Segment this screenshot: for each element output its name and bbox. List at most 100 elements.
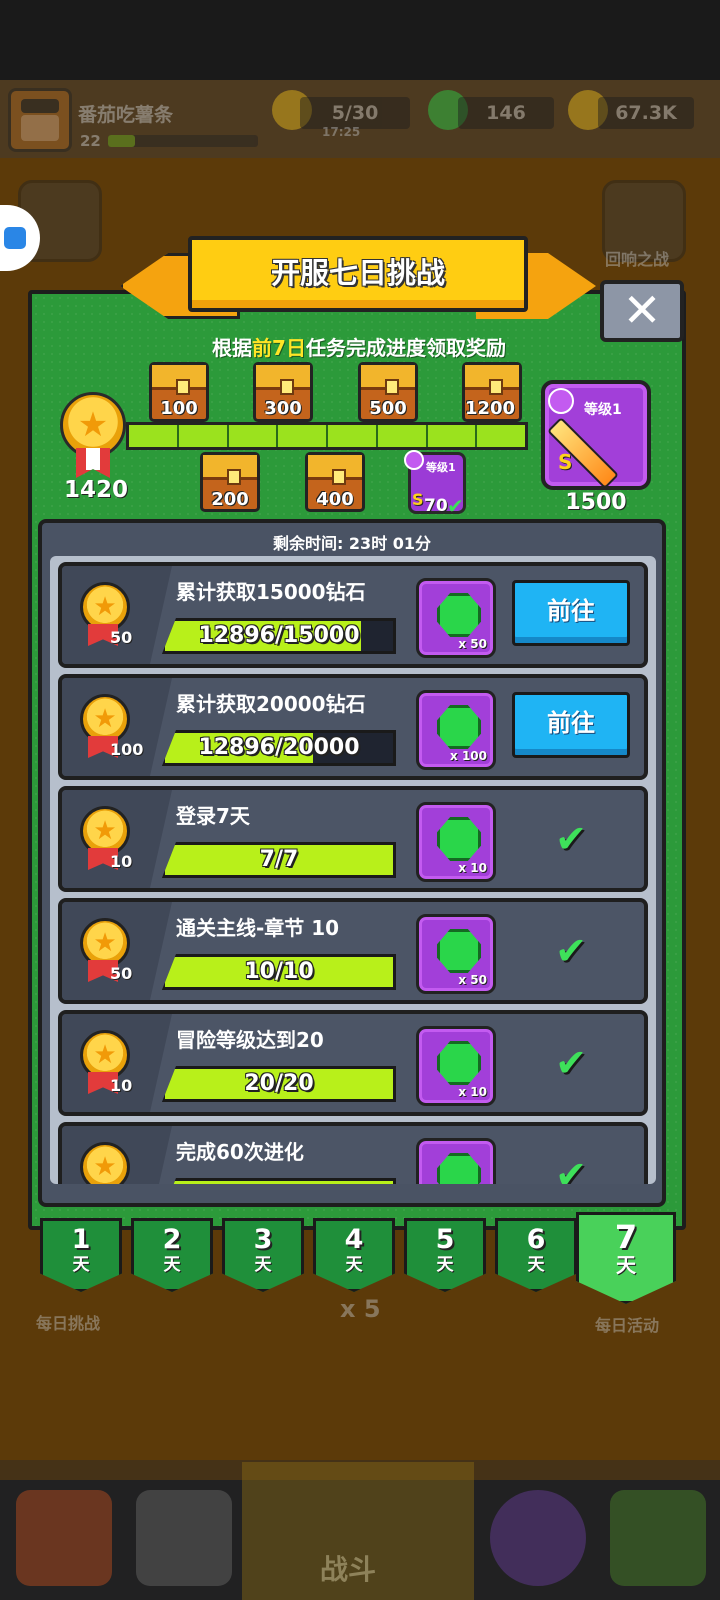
task-row: 10 登录7天 7/7 x 10 ✔ (58, 786, 648, 892)
gold-counter[interactable]: 67.3K (598, 97, 694, 129)
gem-icon (437, 929, 481, 973)
gem-icon (437, 1041, 481, 1085)
task-title: 登录7天 (176, 804, 250, 828)
day-number: 5 (435, 1224, 455, 1255)
gem-reward-count: x 100 (450, 749, 487, 763)
player-xp-bar (108, 135, 258, 147)
day-number: 3 (253, 1224, 273, 1255)
day-unit: 天 (616, 1253, 636, 1277)
task-title: 通关主线-章节 10 (176, 916, 340, 940)
day-unit: 天 (72, 1255, 90, 1275)
task-row: 50 通关主线-章节 10 10/10 x 50 ✔ (58, 898, 648, 1004)
avatar[interactable] (8, 88, 72, 152)
milestone-label: 300 (264, 398, 302, 419)
task-progress-bar: 7/7 (162, 842, 396, 878)
milestone-label: 200 (211, 489, 249, 510)
player-name: 番茄吃薯条 (78, 104, 174, 126)
task-title: 完成60次进化 (176, 1140, 304, 1164)
player-level: 22 (80, 132, 101, 150)
daily-event-label: 每日活动 (595, 1316, 660, 1335)
mini-reward-points: 70 (424, 496, 448, 516)
gem-reward-card[interactable]: x 10 (416, 1026, 496, 1106)
task-list[interactable]: 50 累计获取15000钻石 12896/15000 x 50 前往 100 累… (50, 556, 656, 1184)
weapons-tab[interactable] (136, 1490, 232, 1586)
day-number: 7 (614, 1218, 638, 1256)
completed-check-icon: ✔ (555, 817, 587, 861)
gem-reward-count: x 10 (458, 1085, 487, 1099)
gem-reward-card[interactable] (416, 1138, 496, 1184)
task-points: 50 (110, 964, 133, 983)
close-icon: ✕ (622, 283, 662, 337)
day-number: 2 (162, 1224, 182, 1255)
modal-subtitle: 根据前7日任务完成进度领取奖励 (212, 336, 506, 360)
gem-reward-card[interactable]: x 50 (416, 578, 496, 658)
gem-icon (437, 593, 481, 637)
task-progress-bar (162, 1178, 396, 1184)
day-number: 6 (526, 1224, 546, 1255)
task-progress-text: 12896/15000 (198, 623, 360, 648)
day-number: 4 (344, 1224, 364, 1255)
milestone-label: 400 (316, 489, 354, 510)
go-button[interactable]: 前往 (512, 580, 630, 646)
modal-title: 开服七日挑战 (270, 256, 445, 290)
gem-icon (437, 705, 481, 749)
task-progress-text: 12896/20000 (198, 735, 360, 760)
gem-reward-card[interactable]: x 50 (416, 914, 496, 994)
task-row: 10 冒险等级达到20 20/20 x 10 ✔ (58, 1010, 648, 1116)
weapon-tag-icon (548, 388, 574, 414)
side-event-label: 回响之战 (605, 250, 670, 269)
task-progress-text (165, 1181, 393, 1184)
check-icon: ✔ (447, 494, 464, 518)
gem-reward-count: x 50 (458, 637, 487, 651)
day-unit: 天 (527, 1255, 545, 1275)
evolution-tab[interactable] (610, 1490, 706, 1586)
gem-counter[interactable]: 146 (458, 97, 554, 129)
task-progress-text: 7/7 (259, 847, 299, 872)
gem-reward-card[interactable]: x 100 (416, 690, 496, 770)
task-title: 冒险等级达到20 (176, 1028, 324, 1052)
task-title: 累计获取15000钻石 (176, 580, 366, 604)
mini-reward-level: 等级1 (426, 461, 456, 474)
milestone-label: 1200 (464, 398, 516, 419)
task-title: 累计获取20000钻石 (176, 692, 366, 716)
daily-challenge-label: 每日挑战 (36, 1314, 101, 1333)
task-progress-bar: 12896/20000 (162, 730, 396, 766)
battle-label: 战斗 (320, 1553, 377, 1586)
day-number: 1 (71, 1224, 91, 1255)
grand-reward-grade: S (558, 450, 573, 474)
status-bar-area (0, 0, 720, 80)
talent-tab[interactable] (490, 1490, 586, 1586)
shop-tab[interactable] (16, 1490, 112, 1586)
task-points: 100 (110, 740, 144, 759)
task-row: 100 累计获取20000钻石 12896/20000 x 100 前往 (58, 674, 648, 780)
grand-reward-points: 1500 (565, 490, 627, 515)
subtitle-highlight: 前7日 (252, 336, 306, 360)
task-progress-bar: 20/20 (162, 1066, 396, 1102)
task-points: 10 (110, 852, 133, 871)
points-medal-icon (80, 1142, 130, 1184)
gem-icon (437, 1153, 481, 1184)
go-button[interactable]: 前往 (512, 692, 630, 758)
completed-check-icon: ✔ (555, 1041, 587, 1085)
gem-reward-count: x 50 (458, 973, 487, 987)
milestone-label: 100 (160, 398, 198, 419)
remaining-time: 剩余时间: 23时 01分 (272, 534, 432, 553)
task-points: 10 (110, 1076, 133, 1095)
day-unit: 天 (345, 1255, 363, 1275)
task-progress-text: 20/20 (244, 1071, 314, 1096)
gem-reward-card[interactable]: x 10 (416, 802, 496, 882)
task-progress-text: 10/10 (244, 959, 314, 984)
energy-timer: 17:25 (322, 125, 361, 139)
task-progress-bar: 12896/15000 (162, 618, 396, 654)
energy-cost-label: x 5 (340, 1295, 381, 1323)
task-row: 50 累计获取15000钻石 12896/15000 x 50 前往 (58, 562, 648, 668)
completed-check-icon: ✔ (555, 1153, 587, 1184)
gem-reward-count: x 10 (458, 861, 487, 875)
completed-check-icon: ✔ (555, 929, 587, 973)
gem-icon (437, 817, 481, 861)
day-unit: 天 (254, 1255, 272, 1275)
task-row: 完成60次进化 ✔ (58, 1122, 648, 1184)
day-unit: 天 (436, 1255, 454, 1275)
points-progress-track (126, 422, 528, 450)
day-unit: 天 (163, 1255, 181, 1275)
